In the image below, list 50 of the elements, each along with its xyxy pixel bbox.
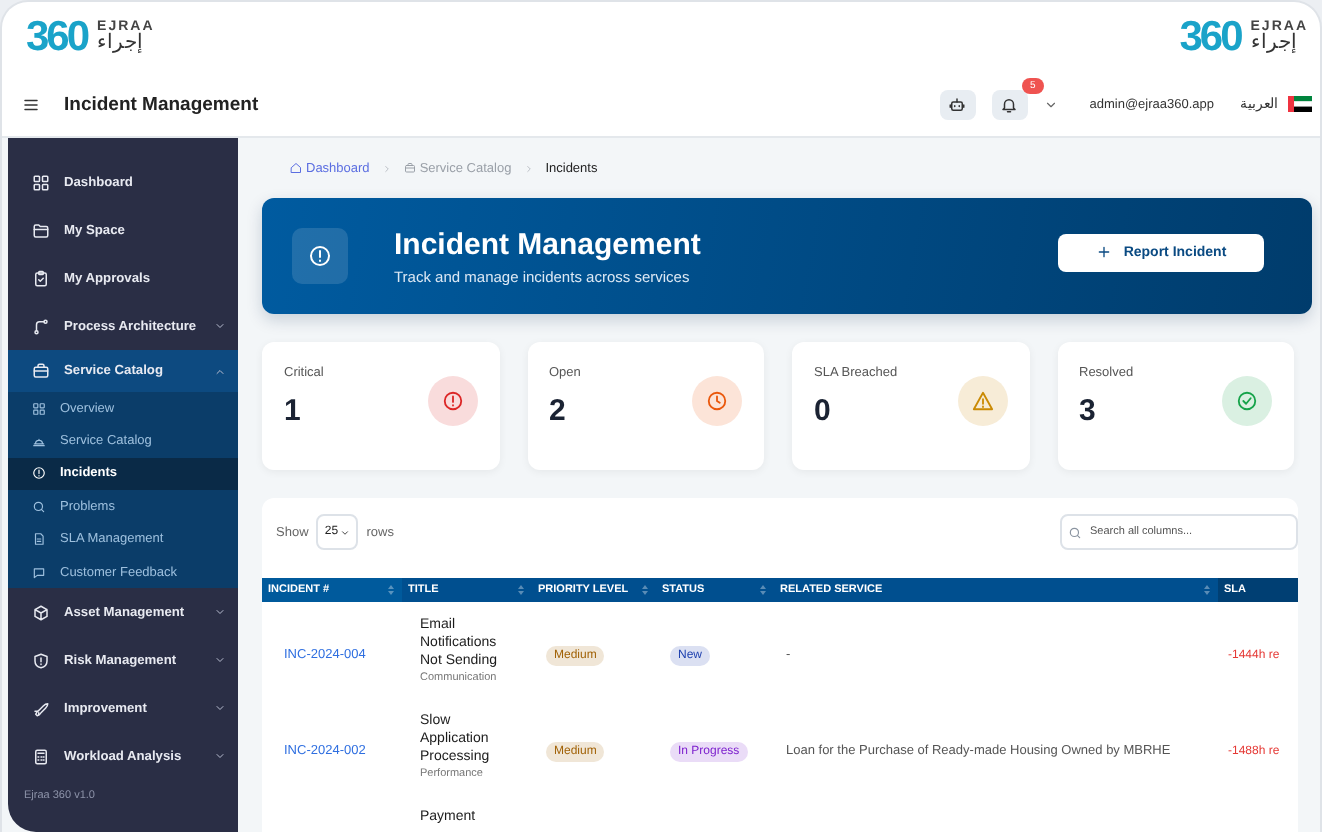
sort-icon[interactable] bbox=[1204, 584, 1210, 596]
search-icon bbox=[32, 499, 46, 514]
flow-icon bbox=[32, 317, 50, 335]
sort-icon[interactable] bbox=[760, 584, 766, 596]
chevron-down-icon[interactable] bbox=[214, 606, 226, 619]
chevron-down-icon[interactable] bbox=[214, 702, 226, 715]
page-title: Incident Management bbox=[64, 93, 259, 115]
search-icon bbox=[1068, 525, 1082, 539]
banner-title: Incident Management bbox=[394, 227, 701, 261]
bell-icon bbox=[1000, 95, 1019, 113]
robot-icon bbox=[948, 95, 967, 113]
stat-value: 2 bbox=[549, 394, 568, 428]
cube-icon bbox=[32, 603, 50, 622]
chevron-right-icon bbox=[523, 163, 534, 173]
briefcase-icon bbox=[32, 362, 50, 380]
stat-value: 3 bbox=[1079, 394, 1098, 428]
robot-button[interactable] bbox=[939, 89, 976, 119]
calculator-icon bbox=[32, 747, 50, 766]
home-icon bbox=[290, 162, 302, 174]
logo-mark: 360 bbox=[26, 13, 88, 61]
cloche-icon bbox=[32, 434, 46, 449]
flag-icon[interactable] bbox=[1288, 96, 1312, 112]
chat-icon bbox=[32, 565, 46, 580]
grid-icon bbox=[32, 401, 46, 416]
alert-icon bbox=[32, 466, 46, 481]
plus-icon bbox=[1095, 244, 1112, 260]
sort-icon[interactable] bbox=[518, 584, 524, 596]
logo-mark: 360 bbox=[1179, 13, 1241, 61]
dashboard-icon bbox=[32, 173, 50, 191]
logo-name: إجراء bbox=[97, 34, 144, 54]
stat-value: 1 bbox=[284, 394, 303, 428]
chevron-up-icon[interactable] bbox=[214, 365, 226, 377]
folder-icon bbox=[32, 221, 50, 239]
document-icon bbox=[32, 532, 46, 547]
chevron-down-icon[interactable] bbox=[214, 750, 226, 763]
shield-icon bbox=[32, 651, 50, 670]
chevron-down-icon bbox=[340, 527, 351, 537]
chevron-down-icon[interactable] bbox=[214, 654, 226, 667]
menu-icon[interactable] bbox=[22, 95, 40, 113]
chevron-down-icon[interactable] bbox=[214, 320, 226, 332]
notifications-button[interactable] bbox=[991, 89, 1028, 119]
alert-icon bbox=[292, 228, 348, 284]
stat-value: 0 bbox=[814, 394, 833, 428]
clipboard-icon bbox=[32, 269, 50, 287]
logo-name: إجراء bbox=[1250, 34, 1297, 54]
chevron-down-icon[interactable] bbox=[1043, 97, 1058, 111]
sort-icon[interactable] bbox=[642, 584, 648, 596]
briefcase-icon bbox=[403, 162, 416, 174]
sort-icon[interactable] bbox=[388, 584, 394, 596]
chevron-right-icon bbox=[381, 163, 392, 173]
